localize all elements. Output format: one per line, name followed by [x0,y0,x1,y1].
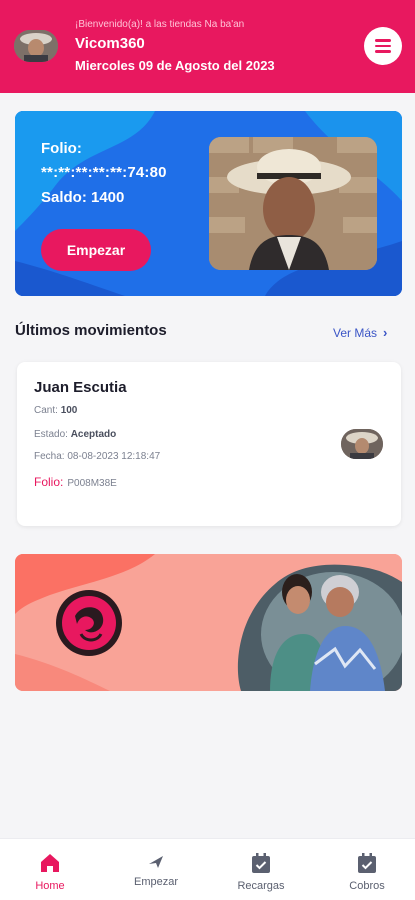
current-date: Miercoles 09 de Agosto del 2023 [75,58,275,73]
movements-title: Últimos movimientos [15,322,167,339]
calendar-check-icon [358,853,376,873]
user-name: Vicom360 [75,35,145,52]
menu-button[interactable] [364,27,402,65]
brand-logo-icon [56,590,122,656]
promo-illustration [15,554,402,691]
nav-cobros[interactable]: Cobros [322,839,412,900]
see-more-label: Ver Más [333,325,378,340]
send-icon [149,856,163,868]
welcome-text: ¡Bienvenido(a)! a las tiendas Na ba'an [75,19,245,30]
nav-empezar[interactable]: Empezar [111,839,201,900]
nav-empezar-label: Empezar [133,876,179,888]
home-icon [41,854,59,872]
card-photo [209,137,377,270]
calendar-check-icon [252,853,270,873]
nav-home-label: Home [35,880,65,892]
nav-home[interactable]: Home [5,839,95,900]
nav-recargas-label: Recargas [237,880,285,892]
movement-card[interactable]: Juan Escutia Cant: 100 Estado: Aceptado … [17,362,401,526]
folio-value: **:**:**:**:**:74:80 [41,164,167,181]
movement-amount: Cant: 100 [34,405,78,416]
movement-status: Estado: Aceptado [34,429,117,440]
start-button[interactable]: Empezar [41,229,151,271]
nav-recargas[interactable]: Recargas [216,839,306,900]
chevron-right-icon: › [383,325,388,340]
nav-cobros-label: Cobros [349,880,385,892]
promo-banner[interactable] [15,554,402,691]
movement-name: Juan Escutia [34,379,127,396]
movement-date: Fecha: 08-08-2023 12:18:47 [34,451,161,462]
folio-label: Folio: [41,140,82,157]
see-more-link[interactable]: Ver Más › [333,325,387,340]
movement-folio: Folio: P008M38E [34,475,117,489]
bottom-navigation: Home Empezar Recargas Cobros [0,838,415,900]
app-header: ¡Bienvenido(a)! a las tiendas Na ba'an V… [0,0,415,93]
user-avatar[interactable] [14,30,58,62]
movement-avatar [341,429,383,459]
balance-text: Saldo: 1400 [41,189,125,206]
menu-icon [375,39,391,42]
balance-card: Folio: **:**:**:**:**:74:80 Saldo: 1400 … [15,111,402,296]
